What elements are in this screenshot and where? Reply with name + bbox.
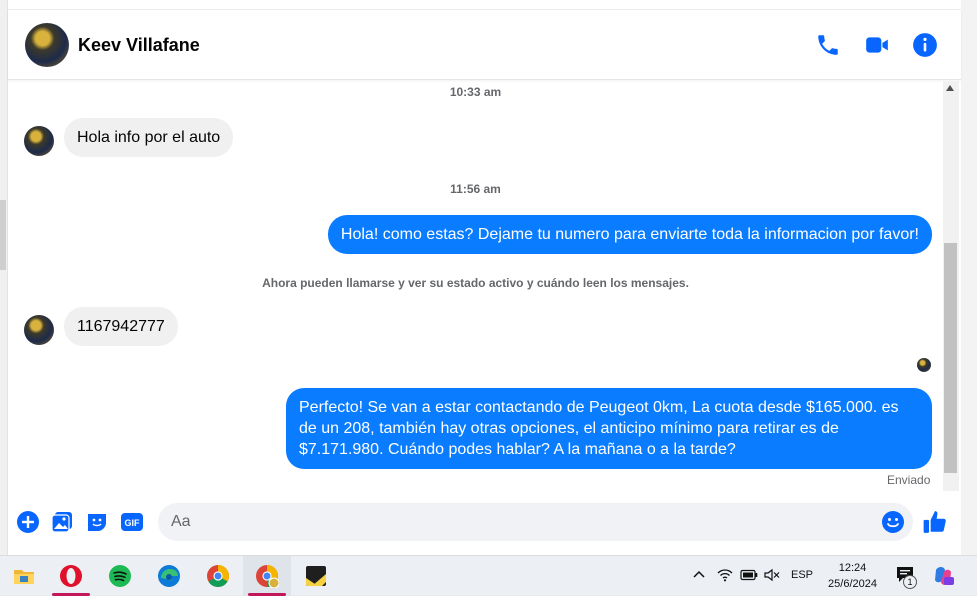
timestamp: 10:33 am	[449, 85, 502, 99]
spotify-taskbar-button[interactable]	[96, 556, 144, 596]
chrome-profile-icon	[256, 565, 279, 588]
clock-date: 25/6/2024	[828, 578, 877, 590]
contact-avatar[interactable]	[25, 23, 69, 67]
left-edge-tick	[0, 200, 6, 270]
sticky-notes-icon	[306, 566, 326, 586]
left-edge	[0, 0, 8, 555]
edge-icon	[158, 565, 180, 587]
emoji-icon[interactable]	[881, 510, 905, 534]
top-edge	[8, 0, 961, 10]
plus-icon[interactable]	[16, 510, 40, 534]
message-input-box[interactable]	[158, 503, 913, 541]
message-status: Enviado	[887, 473, 931, 487]
scroll-up-arrow[interactable]	[946, 85, 954, 91]
copilot-icon[interactable]	[932, 565, 954, 590]
system-clock[interactable]: 12:24 25/6/2024	[815, 560, 890, 592]
right-edge	[961, 0, 977, 555]
file-explorer-taskbar-button[interactable]	[0, 556, 48, 596]
video-call-icon[interactable]	[864, 32, 890, 58]
notifications-icon[interactable]: 1	[896, 566, 920, 589]
info-icon[interactable]	[912, 32, 938, 58]
messenger-window: Keev Villafane 10:33 am Hola info por el…	[0, 0, 977, 555]
incoming-message[interactable]: 1167942777	[64, 307, 178, 346]
message-input[interactable]	[158, 503, 858, 541]
chat-scrollbar[interactable]	[943, 81, 959, 491]
sticky-notes-taskbar-button[interactable]	[292, 556, 340, 596]
scroll-thumb[interactable]	[944, 243, 957, 473]
chat-notice: Ahora pueden llamarse y ver su estado ac…	[262, 276, 689, 290]
timestamp: 11:56 am	[450, 182, 501, 196]
speaker-muted-icon[interactable]	[764, 568, 780, 585]
gif-icon[interactable]: GIF	[120, 510, 144, 534]
contact-name[interactable]: Keev Villafane	[78, 35, 200, 56]
chevron-up-icon[interactable]	[692, 567, 706, 584]
outgoing-message[interactable]: Hola! como estas? Dejame tu numero para …	[327, 215, 932, 254]
clock-time: 12:24	[838, 562, 867, 574]
message-list: 10:33 am Hola info por el auto 11:56 am …	[8, 81, 943, 491]
seen-avatar	[917, 358, 931, 372]
svg-text:GIF: GIF	[125, 518, 141, 528]
edge-taskbar-button[interactable]	[145, 556, 193, 596]
chrome-taskbar-button[interactable]	[194, 556, 242, 596]
chrome-profile-taskbar-button[interactable]	[243, 556, 291, 596]
sticker-icon[interactable]	[85, 510, 109, 534]
photo-icon[interactable]	[50, 510, 74, 534]
opera-taskbar-button[interactable]	[47, 556, 95, 596]
outgoing-message[interactable]: Perfecto! Se van a estar contactando de …	[286, 388, 932, 469]
spotify-icon	[109, 565, 131, 587]
windows-taskbar: ESP 12:24 25/6/2024 1	[0, 555, 977, 596]
chrome-icon	[207, 565, 229, 587]
wifi-icon[interactable]	[717, 568, 733, 585]
sender-avatar[interactable]	[24, 126, 54, 156]
opera-icon	[60, 565, 82, 587]
incoming-message[interactable]: Hola info por el auto	[64, 118, 234, 157]
sender-avatar[interactable]	[24, 315, 54, 345]
language-indicator[interactable]: ESP	[791, 569, 813, 581]
notification-count-badge: 1	[903, 575, 917, 589]
phone-icon[interactable]	[815, 32, 841, 58]
folder-icon	[14, 570, 34, 584]
chat-header: Keev Villafane	[8, 10, 961, 80]
thumbs-up-icon[interactable]	[922, 509, 948, 535]
battery-icon[interactable]	[740, 569, 758, 584]
message-composer: GIF	[8, 495, 961, 550]
